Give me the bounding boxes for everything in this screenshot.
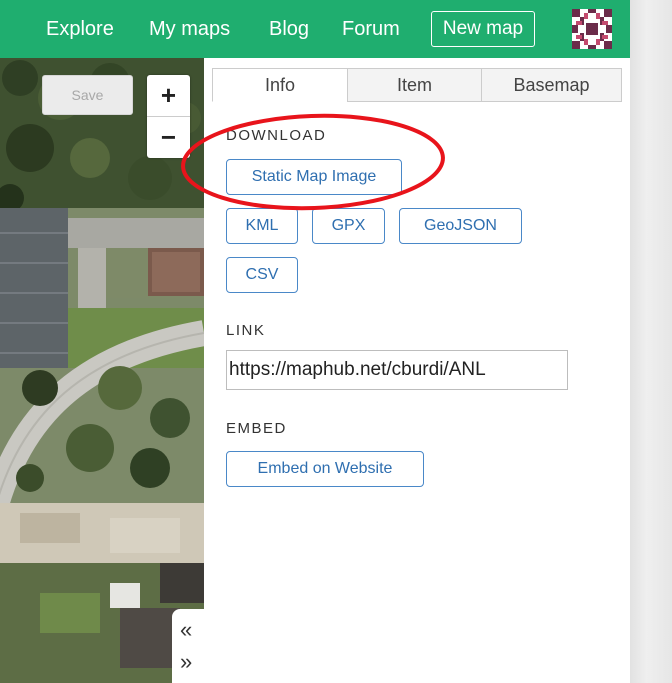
nav-explore-link[interactable]: Explore (46, 17, 114, 41)
new-map-button[interactable]: New map (431, 11, 535, 47)
user-avatar-icon[interactable] (572, 9, 612, 49)
page-backdrop (630, 0, 672, 683)
collapse-chevron-icon[interactable]: « (180, 619, 192, 641)
csv-button[interactable]: CSV (226, 257, 298, 293)
panel-tabs: Info Item Basemap (212, 68, 630, 102)
expand-chevron-icon[interactable]: » (180, 651, 192, 673)
tab-item[interactable]: Item (347, 68, 482, 102)
zoom-in-button[interactable]: + (147, 75, 190, 116)
link-section-label: LINK (226, 322, 266, 339)
zoom-control: + − (147, 75, 190, 158)
nav-my-maps-link[interactable]: My maps (149, 17, 230, 41)
geojson-button[interactable]: GeoJSON (399, 208, 522, 244)
nav-blog-link[interactable]: Blog (269, 17, 309, 41)
static-map-image-button[interactable]: Static Map Image (226, 159, 402, 195)
download-section-label: DOWNLOAD (226, 127, 327, 144)
zoom-out-button[interactable]: − (147, 116, 190, 158)
embed-section-label: EMBED (226, 420, 287, 437)
gpx-button[interactable]: GPX (312, 208, 385, 244)
embed-on-website-button[interactable]: Embed on Website (226, 451, 424, 487)
panel-toggle[interactable]: « » (172, 609, 204, 683)
map-view[interactable]: Save + − « » (0, 58, 204, 683)
info-panel: Info Item Basemap DOWNLOAD Static Map Im… (204, 58, 630, 683)
nav-forum-link[interactable]: Forum (342, 17, 400, 41)
top-nav: Explore My maps Blog Forum New map (0, 0, 630, 58)
map-link-input[interactable]: https://maphub.net/cburdi/ANL (226, 350, 568, 390)
tab-basemap[interactable]: Basemap (481, 68, 622, 102)
tab-info[interactable]: Info (212, 68, 348, 102)
kml-button[interactable]: KML (226, 208, 298, 244)
save-button[interactable]: Save (42, 75, 133, 115)
